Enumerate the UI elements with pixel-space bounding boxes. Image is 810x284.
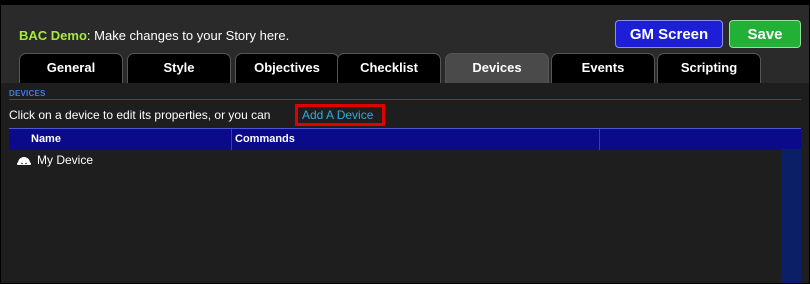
tab-scripting[interactable]: Scripting [657, 53, 761, 83]
tab-general[interactable]: General [19, 53, 123, 83]
tab-objectives[interactable]: Objectives [235, 53, 339, 83]
tab-devices[interactable]: Devices [445, 53, 549, 83]
section-label: DEVICES [9, 89, 46, 98]
column-header-name[interactable]: Name [31, 133, 61, 145]
devices-panel: DEVICES Click on a device to edit its pr… [1, 83, 809, 283]
page-title: BAC Demo: Make changes to your Story her… [19, 28, 289, 43]
save-button[interactable]: Save [729, 20, 801, 48]
app-name: BAC Demo [19, 28, 87, 43]
story-editor-window: BAC Demo: Make changes to your Story her… [0, 0, 810, 284]
tab-checklist[interactable]: Checklist [337, 53, 441, 83]
tab-style[interactable]: Style [127, 53, 231, 83]
device-name: My Device [37, 153, 94, 167]
device-dome-icon [17, 157, 31, 165]
tab-bar: General Style Objectives Checklist Devic… [1, 53, 809, 83]
header-bar: BAC Demo: Make changes to your Story her… [1, 5, 809, 53]
column-divider [231, 129, 232, 150]
gm-screen-button[interactable]: GM Screen [615, 20, 723, 48]
column-divider [599, 129, 600, 150]
section-divider [9, 99, 801, 100]
instructions-text: Click on a device to edit its properties… [9, 108, 271, 122]
add-device-link[interactable]: Add A Device [295, 104, 385, 126]
scrollbar[interactable] [781, 149, 801, 283]
tab-events[interactable]: Events [551, 53, 655, 83]
title-subtitle: : Make changes to your Story here. [86, 28, 290, 43]
column-header-commands[interactable]: Commands [235, 133, 295, 145]
table-header: Name Commands [9, 128, 801, 150]
table-row[interactable]: My Device [9, 151, 781, 171]
